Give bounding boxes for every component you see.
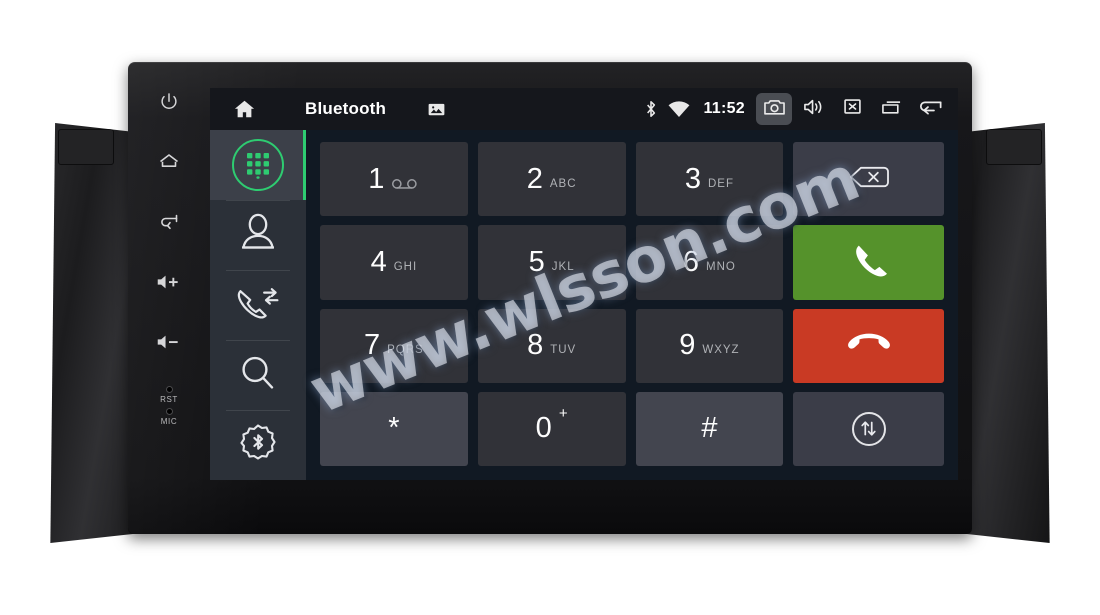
dialpad-key-6[interactable]: 6 MNO xyxy=(635,225,784,300)
dialpad-key-1[interactable]: 1 xyxy=(320,142,468,217)
screenshot-root: RST MIC Bluetooth 11:52 1 2 ABC 3 DEF 4 … xyxy=(0,0,1100,615)
speaker-icon xyxy=(802,97,825,122)
microphone-hole-icon xyxy=(165,408,173,415)
recents-button[interactable] xyxy=(873,93,909,125)
audio-transfer-button[interactable] xyxy=(793,391,944,466)
bracket-tab xyxy=(58,129,114,165)
back-arrow-icon xyxy=(917,96,944,122)
power-icon xyxy=(158,91,180,118)
key-digit: 7 xyxy=(364,329,381,362)
microphone-pinhole: MIC xyxy=(161,408,177,426)
close-box-icon xyxy=(842,97,863,121)
key-digit: 4 xyxy=(370,245,387,278)
home-icon[interactable] xyxy=(232,97,257,122)
key-letters: WXYZ xyxy=(702,344,740,357)
sidebar-item-call-log[interactable] xyxy=(210,270,306,340)
transfer-arrows-icon xyxy=(851,411,886,446)
key-digit: 1 xyxy=(368,162,385,195)
reset-hole-icon xyxy=(165,386,173,393)
sidebar-item-contacts[interactable] xyxy=(210,200,306,270)
head-unit-chassis: RST MIC Bluetooth 11:52 1 2 ABC 3 DEF 4 … xyxy=(128,62,972,534)
key-letters: DEF xyxy=(707,177,734,190)
bluetooth-icon xyxy=(643,99,659,119)
dialpad-grid: 1 2 ABC 3 DEF 4 GHI 5 JKL 6 MNO 7 PQRS 8… xyxy=(306,130,958,480)
page-title: Bluetooth xyxy=(305,99,387,118)
dialpad-key-star[interactable]: * xyxy=(320,391,468,466)
plus-sign: + xyxy=(558,404,568,422)
backspace-button[interactable] xyxy=(793,142,944,217)
sidebar-item-search[interactable] xyxy=(210,340,306,410)
status-bar-right-cluster: 11:52 xyxy=(643,93,948,125)
dialpad-key-2[interactable]: 2 ABC xyxy=(477,142,626,217)
contact-icon xyxy=(236,212,280,259)
dialpad-icon xyxy=(232,139,284,191)
voicemail-icon xyxy=(391,163,419,195)
key-letters: MNO xyxy=(706,260,736,273)
search-icon xyxy=(236,352,280,399)
bluetooth-dialer-screen: 1 2 ABC 3 DEF 4 GHI 5 JKL 6 MNO 7 PQRS 8… xyxy=(210,130,958,480)
hangup-button[interactable] xyxy=(793,308,944,383)
power-button[interactable] xyxy=(146,82,192,126)
volume-up-icon xyxy=(156,272,182,297)
key-digit: 2 xyxy=(526,162,543,195)
key-digit: 6 xyxy=(682,245,700,278)
key-digit: 8 xyxy=(527,329,544,362)
key-letters: JKL xyxy=(551,260,575,273)
volume-button[interactable] xyxy=(795,93,831,125)
key-digit: 9 xyxy=(679,329,696,362)
key-letters: GHI xyxy=(393,260,418,273)
key-digit: 5 xyxy=(528,245,545,278)
dialpad-key-3[interactable]: 3 DEF xyxy=(635,142,784,217)
hangup-icon xyxy=(847,330,890,361)
wifi-icon xyxy=(668,100,690,118)
volume-down-button[interactable] xyxy=(146,322,192,366)
close-button[interactable] xyxy=(834,93,870,125)
microphone-label: MIC xyxy=(160,417,178,426)
dialer-sidebar xyxy=(210,130,306,480)
dialpad-key-7[interactable]: 7 PQRS xyxy=(320,308,468,383)
touchscreen-display[interactable]: Bluetooth 11:52 1 2 ABC 3 DEF 4 GHI 5 JK… xyxy=(210,88,958,480)
android-status-bar: Bluetooth 11:52 xyxy=(210,88,958,130)
dialpad-key-5[interactable]: 5 JKL xyxy=(477,225,626,300)
key-letters: TUV xyxy=(550,344,577,357)
backspace-icon xyxy=(845,163,893,196)
bluetooth-gear-icon xyxy=(236,421,280,470)
volume-down-icon xyxy=(156,332,182,357)
dialpad-key-4[interactable]: 4 GHI xyxy=(320,225,468,300)
dialpad-key-hash[interactable]: # xyxy=(635,391,784,466)
key-digit: 0 xyxy=(535,412,552,445)
key-digit: # xyxy=(701,412,718,445)
dialpad-key-8[interactable]: 8 TUV xyxy=(477,308,626,383)
key-letters: ABC xyxy=(549,177,577,190)
camera-icon xyxy=(763,97,786,122)
image-icon[interactable] xyxy=(426,99,447,120)
reset-label: RST xyxy=(160,395,178,404)
home-icon xyxy=(157,150,181,179)
hardware-button-column: RST MIC xyxy=(128,62,210,534)
volume-up-button[interactable] xyxy=(146,262,192,306)
dialpad-key-9[interactable]: 9 WXYZ xyxy=(635,308,784,383)
dialpad-key-0[interactable]: 0 + xyxy=(477,391,626,466)
bracket-tab xyxy=(986,129,1042,165)
sidebar-item-bluetooth-settings[interactable] xyxy=(210,410,306,480)
key-digit: 3 xyxy=(684,162,701,195)
back-icon xyxy=(157,210,181,239)
reset-pinhole[interactable]: RST xyxy=(160,386,178,404)
screenshot-button[interactable] xyxy=(756,93,792,125)
call-sync-icon xyxy=(234,282,282,329)
phone-icon xyxy=(849,240,889,285)
back-hardware-button[interactable] xyxy=(146,202,192,246)
recents-icon xyxy=(880,97,903,122)
sidebar-item-dialpad[interactable] xyxy=(210,130,306,200)
call-button[interactable] xyxy=(793,225,944,300)
back-button[interactable] xyxy=(912,93,948,125)
key-digit: * xyxy=(388,412,400,445)
status-bar-clock: 11:52 xyxy=(703,100,745,117)
home-hardware-button[interactable] xyxy=(146,142,192,186)
key-letters: PQRS xyxy=(387,344,424,357)
